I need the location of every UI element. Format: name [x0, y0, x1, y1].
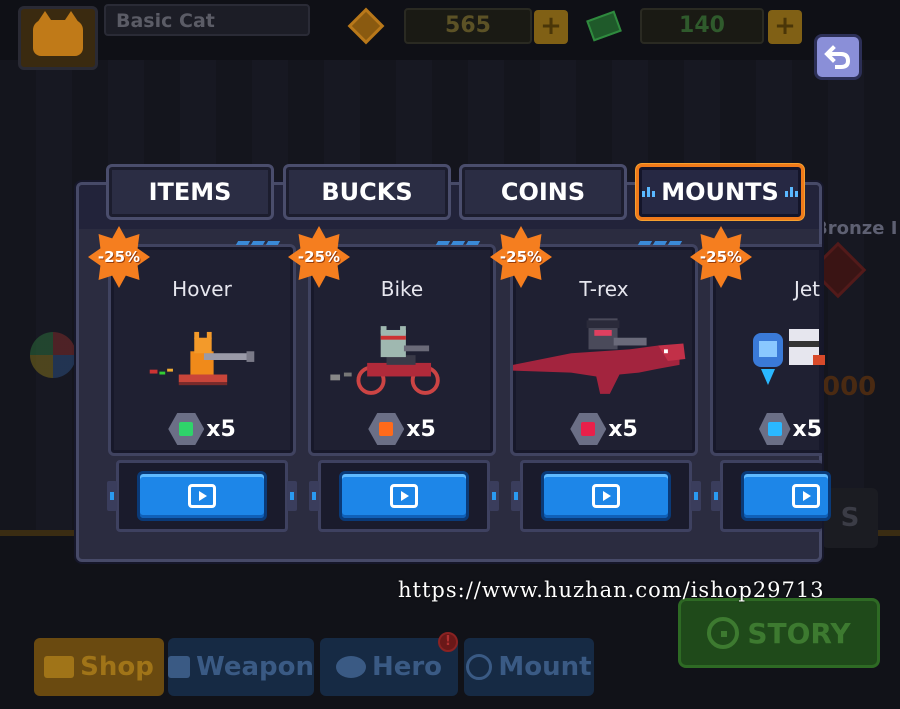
tab-mounts-label: MOUNTS [661, 178, 779, 206]
gem-icon [368, 413, 405, 445]
undo-arrow-icon [824, 45, 851, 69]
gold-amount: 565 [404, 8, 532, 44]
frame-bracket [107, 481, 117, 511]
watch-video-button-bike[interactable] [339, 471, 469, 521]
watch-video-button-jet[interactable] [741, 471, 831, 521]
nav-weapon-label: Weapon [196, 652, 314, 682]
jetpack-cat-icon [753, 329, 825, 385]
nav-hero-label: Hero [371, 652, 443, 682]
discount-label: -25% [499, 248, 543, 266]
play-video-icon [188, 484, 216, 508]
hoverboard-cat-icon [149, 331, 255, 386]
nav-mount-button[interactable]: Mount [464, 638, 594, 696]
signal-bars-icon [784, 187, 798, 197]
gem-core [767, 422, 782, 436]
gem-core [179, 422, 194, 436]
background-title-shadow [100, 72, 700, 132]
quantity-label: x5 [406, 416, 436, 442]
gold-coin-icon [346, 6, 386, 46]
nav-shop-button[interactable]: Shop [34, 638, 164, 696]
motorbike-cat-icon [330, 326, 440, 395]
cart-icon [44, 656, 75, 678]
tab-coins[interactable]: COINS [459, 164, 627, 220]
crosshair-icon [707, 617, 740, 649]
rank-label: Bronze I [814, 218, 898, 239]
quantity-label: x5 [608, 416, 638, 442]
tab-items-label: ITEMS [148, 178, 232, 206]
video-button-frame [711, 460, 831, 532]
signal-bars-icon [642, 187, 656, 197]
lucky-wheel-icon[interactable] [30, 332, 76, 378]
play-video-icon [592, 484, 620, 508]
quantity-row: x5 [311, 413, 493, 445]
quantity-label: x5 [206, 416, 236, 442]
gem-icon [570, 413, 607, 445]
quantity-label: x5 [792, 416, 823, 442]
tab-bucks[interactable]: BUCKS [283, 164, 451, 220]
tab-bucks-label: BUCKS [321, 178, 413, 206]
nav-hero-button[interactable]: Hero [320, 638, 458, 696]
gem-icon [759, 413, 791, 445]
quantity-row: x5 [111, 413, 293, 445]
back-button[interactable] [814, 34, 862, 80]
play-video-icon [390, 484, 418, 508]
frame-bracket [711, 481, 721, 511]
hero-alert-badge: ! [438, 632, 458, 652]
mount-icon [466, 654, 493, 680]
nav-weapon-button[interactable]: Weapon [168, 638, 314, 696]
trex-rider-icon [513, 318, 686, 394]
hero-icon [335, 656, 366, 678]
card-decoration [637, 241, 683, 245]
nav-shop-label: Shop [80, 652, 154, 682]
cat-avatar-icon [33, 11, 83, 56]
frame-bracket [511, 481, 521, 511]
gem-core [379, 422, 394, 436]
story-button[interactable]: STORY [678, 598, 880, 668]
nav-mount-label: Mount [498, 652, 592, 682]
video-button-frame [107, 460, 297, 532]
frame-bracket [287, 481, 297, 511]
gem-icon [168, 413, 205, 445]
mount-name: Bike [380, 277, 424, 301]
quantity-row: x5 [713, 413, 822, 445]
quantity-row: x5 [513, 413, 695, 445]
player-name: Basic Cat [104, 4, 310, 36]
discount-label: -25% [297, 248, 341, 266]
frame-bracket [691, 481, 701, 511]
card-decoration [435, 241, 481, 245]
background-score: 000 [822, 372, 877, 402]
watch-video-button-trex[interactable] [541, 471, 671, 521]
tab-mounts[interactable]: MOUNTS [636, 164, 804, 220]
add-cash-button[interactable]: + [768, 10, 802, 44]
mount-name: T-rex [579, 277, 629, 301]
gem-core [581, 422, 596, 436]
card-decoration [235, 241, 281, 245]
add-gold-button[interactable]: + [534, 10, 568, 44]
frame-bracket [309, 481, 319, 511]
tab-items[interactable]: ITEMS [106, 164, 274, 220]
player-avatar[interactable] [18, 6, 98, 70]
frame-bracket [489, 481, 499, 511]
mount-name: Hover [172, 277, 232, 301]
video-button-frame [309, 460, 499, 532]
discount-label: -25% [699, 248, 743, 266]
mount-name: Jet [793, 277, 821, 301]
tab-coins-label: COINS [500, 178, 586, 206]
story-label: STORY [747, 616, 851, 650]
video-button-frame [511, 460, 701, 532]
cash-amount: 140 [640, 8, 764, 44]
watch-video-button-hover[interactable] [137, 471, 267, 521]
cash-icon [584, 6, 624, 46]
play-video-icon [792, 484, 820, 508]
weapon-icon [168, 656, 191, 678]
watermark-text: https://www.huzhan.com/ishop29713 [398, 578, 825, 602]
discount-label: -25% [97, 248, 141, 266]
